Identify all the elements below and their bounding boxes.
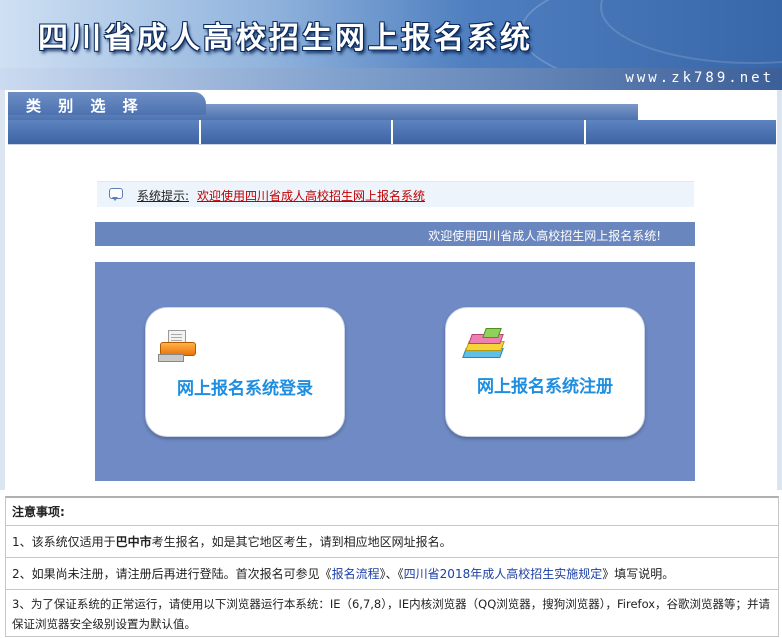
site-title: 四川省成人高校招生网上报名系统 [38, 21, 533, 56]
welcome-text: 欢迎使用四川省成人高校招生网上报名系统! [428, 229, 661, 243]
notice-table: 注意事项: 1、该系统仅适用于巴中市考生报名，如是其它地区考生，请到相应地区网址… [5, 496, 779, 637]
sub-nav-cell[interactable] [8, 120, 201, 144]
left-frame [0, 90, 5, 490]
sub-nav-cell[interactable] [393, 120, 586, 144]
register-card[interactable]: 网上报名系统注册 [445, 307, 645, 437]
main-panel: 网上报名系统登录 网上报名系统注册 [95, 262, 695, 481]
printer-icon [158, 330, 198, 362]
notice-text: 》、《 [379, 567, 404, 581]
welcome-bar: 欢迎使用四川省成人高校招生网上报名系统! [95, 222, 695, 246]
notice-item: 3、为了保证系统的正常运行，请使用以下浏览器运行本系统：IE（6,7,8），IE… [12, 597, 771, 631]
notice-item: 1、该系统仅适用于巴中市考生报名，如是其它地区考生，请到相应地区网址报名。 [6, 526, 778, 558]
system-tip-label: 系统提示: [137, 189, 190, 203]
category-tab: 类 别 选 择 [8, 92, 206, 115]
notice-heading: 注意事项: [6, 498, 778, 526]
process-link[interactable]: 报名流程 [332, 567, 380, 581]
region-name: 巴中市 [115, 535, 152, 549]
notice-item: 2、如果尚未注册，请注册后再进行登陆。首次报名可参见《报名流程》、《四川省201… [6, 558, 778, 590]
sub-nav-cell[interactable] [200, 120, 393, 144]
site-url: www.zk789.net [625, 70, 774, 86]
notice-text: 考生报名，如是其它地区考生，请到相应地区网址报名。 [151, 535, 452, 549]
notice-text: 2、如果尚未注册，请注册后再进行登陆。首次报名可参见《 [12, 567, 332, 581]
login-card[interactable]: 网上报名系统登录 [145, 307, 345, 437]
regulation-link[interactable]: 四川省2018年成人高校招生实施规定 [404, 567, 603, 581]
notice-text: 》填写说明。 [602, 567, 675, 581]
speech-bubble-icon [109, 188, 123, 201]
register-button-label[interactable]: 网上报名系统注册 [446, 372, 644, 397]
system-tip-message[interactable]: 欢迎使用四川省成人高校招生网上报名系统 [197, 187, 425, 204]
header-banner: 四川省成人高校招生网上报名系统 [0, 0, 782, 68]
login-button-label[interactable]: 网上报名系统登录 [146, 374, 344, 399]
right-frame [777, 90, 782, 490]
sub-nav [8, 120, 776, 145]
notice-text: 1、该系统仅适用于 [12, 535, 116, 549]
category-label: 类 别 选 择 [26, 97, 144, 115]
system-tip: 系统提示: 欢迎使用四川省成人高校招生网上报名系统 [97, 181, 694, 207]
books-icon [462, 328, 506, 364]
url-bar: www.zk789.net [0, 68, 782, 90]
sub-nav-cell[interactable] [585, 120, 776, 144]
